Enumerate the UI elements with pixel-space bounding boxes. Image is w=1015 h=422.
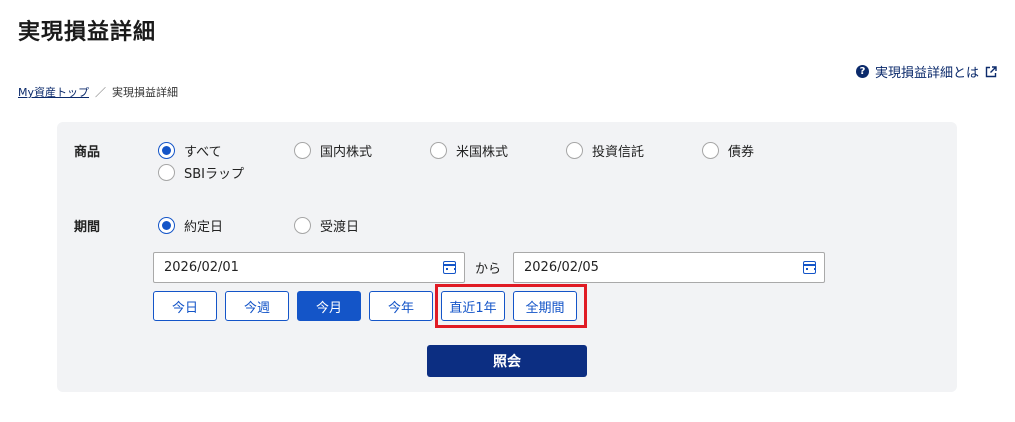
radio-circle bbox=[566, 142, 583, 159]
radio-label: 米国株式 bbox=[456, 145, 509, 160]
radio-circle bbox=[294, 142, 311, 159]
radio-product-all[interactable]: すべて bbox=[158, 141, 222, 160]
breadcrumb-home-link[interactable]: My資産トップ bbox=[18, 84, 89, 100]
radio-product-us-stock[interactable]: 米国株式 bbox=[430, 141, 508, 160]
product-label: 商品 bbox=[74, 145, 101, 160]
from-date-value: 2026/02/01 bbox=[164, 260, 239, 275]
radio-label: すべて bbox=[184, 145, 222, 160]
radio-circle bbox=[430, 142, 447, 159]
to-date-input[interactable]: 2026/02/05 bbox=[513, 252, 825, 283]
help-link-label: 実現損益詳細とは bbox=[874, 66, 979, 81]
breadcrumb-current: 実現損益詳細 bbox=[112, 86, 179, 99]
radio-circle bbox=[158, 164, 175, 181]
external-link-icon bbox=[985, 65, 997, 77]
period-this-year-button[interactable]: 今年 bbox=[369, 291, 433, 321]
breadcrumb: My資産トップ ／ 実現損益詳細 bbox=[18, 84, 178, 100]
search-submit-button[interactable]: 照会 bbox=[427, 345, 587, 377]
radio-label: 投資信託 bbox=[592, 145, 645, 160]
radio-label: 受渡日 bbox=[320, 220, 360, 235]
period-today-button[interactable]: 今日 bbox=[153, 291, 217, 321]
radio-circle bbox=[158, 217, 175, 234]
radio-product-investment-trust[interactable]: 投資信託 bbox=[566, 141, 644, 160]
date-range-separator: から bbox=[475, 262, 502, 277]
radio-circle bbox=[702, 142, 719, 159]
period-this-month-button[interactable]: 今月 bbox=[297, 291, 361, 321]
radio-label: SBIラップ bbox=[184, 167, 245, 182]
help-icon: ? bbox=[855, 65, 869, 78]
period-this-week-button[interactable]: 今週 bbox=[225, 291, 289, 321]
from-date-input[interactable]: 2026/02/01 bbox=[153, 252, 465, 283]
breadcrumb-separator: ／ bbox=[95, 86, 107, 99]
radio-circle bbox=[158, 142, 175, 159]
radio-circle bbox=[294, 217, 311, 234]
radio-product-sbi-wrap[interactable]: SBIラップ bbox=[158, 163, 244, 182]
radio-product-domestic-stock[interactable]: 国内株式 bbox=[294, 141, 372, 160]
radio-label: 国内株式 bbox=[320, 145, 373, 160]
to-date-value: 2026/02/05 bbox=[524, 260, 599, 275]
calendar-icon[interactable] bbox=[803, 261, 816, 274]
highlight-box bbox=[435, 284, 587, 328]
radio-label: 債券 bbox=[728, 145, 755, 160]
calendar-icon[interactable] bbox=[443, 261, 456, 274]
page-title: 実現損益詳細 bbox=[18, 20, 157, 45]
radio-period-settlement-date[interactable]: 受渡日 bbox=[294, 216, 359, 235]
period-label: 期間 bbox=[74, 220, 101, 235]
help-link[interactable]: ? 実現損益詳細とは bbox=[855, 62, 997, 81]
radio-product-bond[interactable]: 債券 bbox=[702, 141, 754, 160]
radio-label: 約定日 bbox=[184, 220, 224, 235]
radio-period-trade-date[interactable]: 約定日 bbox=[158, 216, 223, 235]
